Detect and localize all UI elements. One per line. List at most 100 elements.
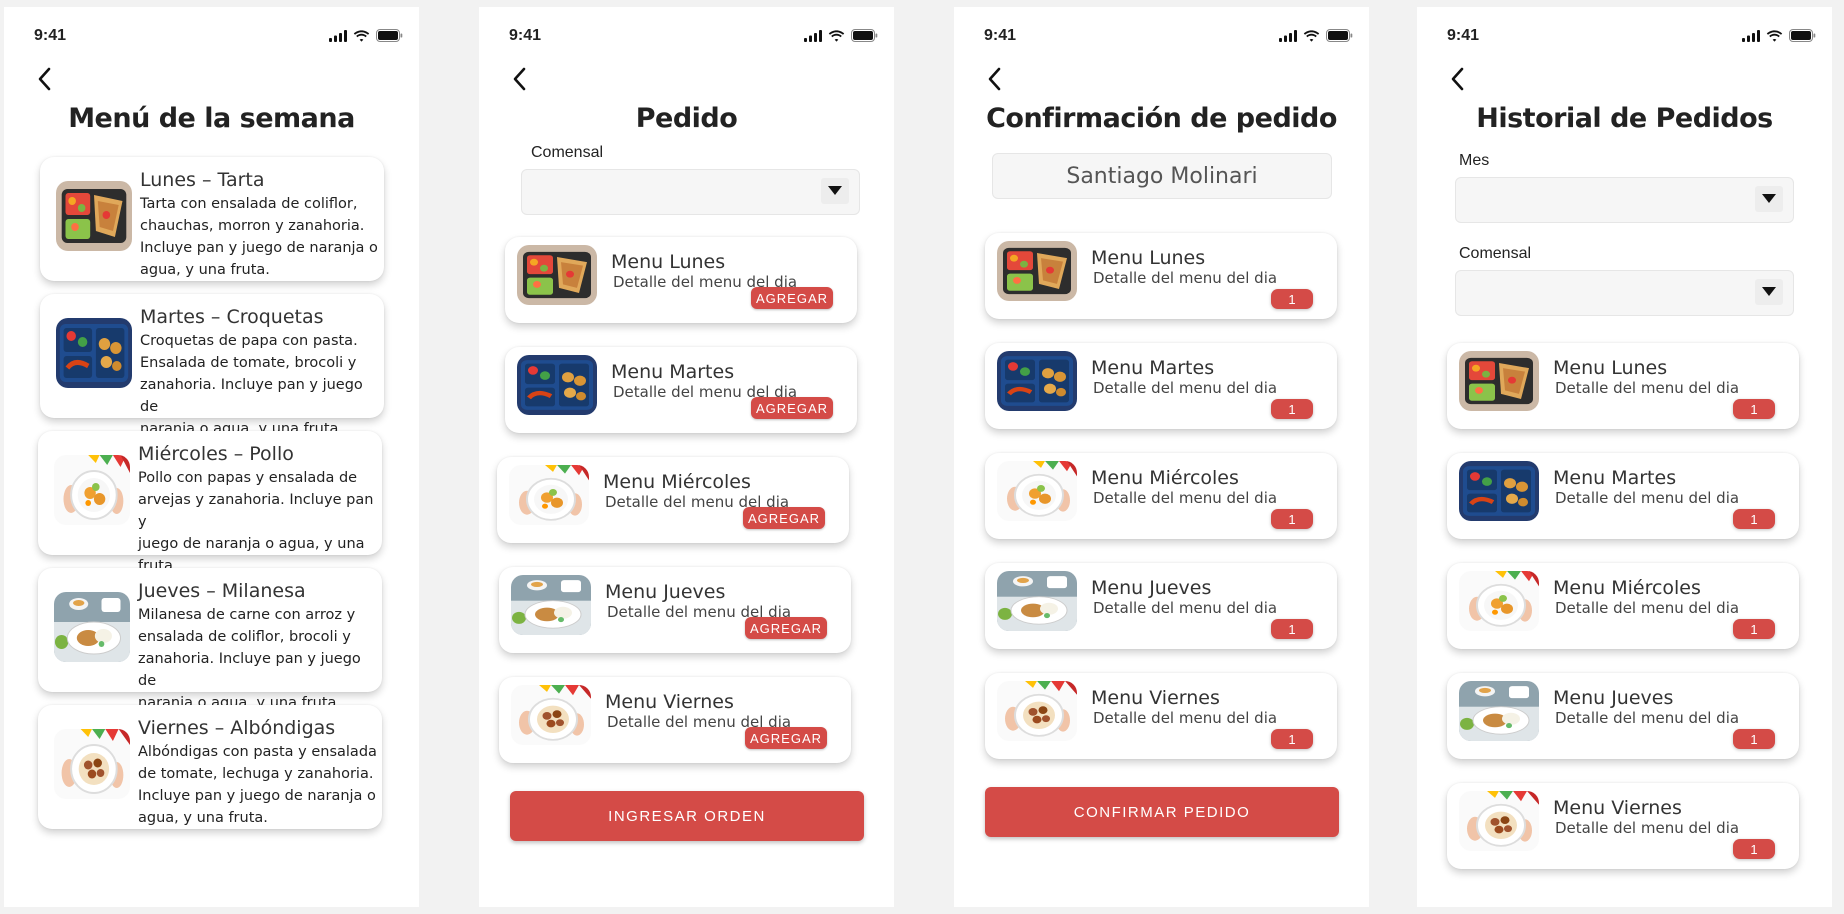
comensal-label: Comensal (1459, 245, 1532, 262)
back-button[interactable] (507, 67, 531, 95)
menu-card-martes[interactable]: Martes – Croquetas Croquetas de papa con… (40, 294, 384, 437)
wifi-icon (1303, 29, 1320, 47)
menu-card-viernes[interactable]: Viernes – Albóndigas Albóndigas con past… (38, 705, 382, 829)
status-bar: 9:41 (954, 21, 1369, 45)
wifi-icon (353, 29, 370, 47)
history-card-title: Menu Viernes (1553, 797, 1682, 819)
add-button[interactable]: AGREGAR (751, 287, 833, 309)
chevron-left-icon (987, 67, 1001, 96)
menu-card-description: Tarta con ensalada de coliflor, chauchas,… (140, 196, 378, 278)
status-bar: 9:41 (1417, 21, 1832, 45)
history-card-title: Menu Miércoles (1553, 577, 1701, 599)
food-tray-image (1459, 351, 1539, 411)
comensal-select[interactable] (521, 169, 860, 215)
history-card-subtitle: Detalle del menu del dia (1555, 819, 1740, 837)
status-time: 9:41 (34, 27, 67, 44)
order-card-lunes: Menu Lunes Detalle del menu del dia AGRE… (505, 237, 857, 323)
quantity-badge: 1 (1733, 399, 1775, 419)
history-card-viernes: Menu Viernes Detalle del menu del dia 1 (1447, 783, 1799, 869)
chevron-left-icon (1450, 67, 1464, 96)
battery-icon (1326, 29, 1353, 47)
order-card-title: Menu Jueves (605, 581, 726, 603)
history-card-subtitle: Detalle del menu del dia (1555, 709, 1740, 727)
order-card-title: Menu Martes (611, 361, 735, 383)
food-plate-image (1459, 571, 1539, 631)
food-plate-image (54, 455, 130, 525)
mes-select[interactable] (1455, 177, 1794, 223)
food-plate-image (511, 685, 591, 745)
food-tray-image (997, 351, 1077, 411)
add-button[interactable]: AGREGAR (745, 617, 827, 639)
signal-icon (804, 29, 822, 47)
quantity-badge: 1 (1733, 619, 1775, 639)
history-card-title: Menu Martes (1553, 467, 1677, 489)
menu-card-jueves[interactable]: Jueves – Milanesa Milanesa de carne con … (38, 568, 382, 711)
quantity-badge: 1 (1271, 619, 1313, 639)
chevron-left-icon (512, 67, 526, 96)
order-card-miercoles: Menu Miércoles Detalle del menu del dia … (497, 457, 849, 543)
confirm-card-martes: Menu Martes Detalle del menu del dia 1 (985, 343, 1337, 429)
food-tray-image (517, 355, 597, 415)
confirm-card-subtitle: Detalle del menu del dia (1093, 599, 1278, 617)
confirm-card-viernes: Menu Viernes Detalle del menu del dia 1 (985, 673, 1337, 759)
menu-card-title: Jueves – Milanesa (138, 580, 306, 602)
order-card-martes: Menu Martes Detalle del menu del dia AGR… (505, 347, 857, 433)
food-plate-image (1459, 791, 1539, 851)
add-button[interactable]: AGREGAR (751, 397, 833, 419)
back-button[interactable] (982, 67, 1006, 95)
food-tray-image (997, 241, 1077, 301)
page-title: Menú de la semana (68, 103, 355, 134)
back-button[interactable] (1445, 67, 1469, 95)
triangle-down-icon (1762, 283, 1776, 301)
confirm-card-lunes: Menu Lunes Detalle del menu del dia 1 (985, 233, 1337, 319)
submit-order-button[interactable]: INGRESAR ORDEN (510, 791, 864, 841)
status-time: 9:41 (1447, 27, 1480, 44)
chevron-left-icon (37, 67, 51, 96)
back-button[interactable] (32, 67, 56, 95)
menu-card-description: Milanesa de carne con arroz y ensalada de… (138, 607, 361, 711)
food-table-image (54, 592, 130, 662)
quantity-badge: 1 (1733, 509, 1775, 529)
food-plate-image (509, 465, 589, 525)
menu-card-description: Pollo con papas y ensalada de arvejas y z… (138, 470, 374, 574)
page-title: Confirmación de pedido (986, 103, 1337, 134)
order-card-title: Menu Miércoles (603, 471, 751, 493)
quantity-badge: 1 (1733, 839, 1775, 859)
confirm-card-subtitle: Detalle del menu del dia (1093, 709, 1278, 727)
quantity-badge: 1 (1271, 729, 1313, 749)
menu-card-miercoles[interactable]: Miércoles – Pollo Pollo con papas y ensa… (38, 431, 382, 574)
wifi-icon (828, 29, 845, 47)
history-card-jueves: Menu Jueves Detalle del menu del dia 1 (1447, 673, 1799, 759)
status-bar: 9:41 (479, 21, 894, 45)
diner-name: Santiago Molinari (992, 153, 1332, 199)
quantity-badge: 1 (1271, 399, 1313, 419)
confirm-card-title: Menu Viernes (1091, 687, 1220, 709)
menu-card-lunes[interactable]: Lunes – Tarta Tarta con ensalada de coli… (40, 157, 384, 281)
status-time: 9:41 (984, 27, 1017, 44)
food-tray-image (1459, 461, 1539, 521)
page-title: Pedido (635, 103, 738, 134)
food-plate-image (997, 681, 1077, 741)
food-table-image (1459, 681, 1539, 741)
mes-label: Mes (1459, 152, 1490, 169)
add-button[interactable]: AGREGAR (743, 507, 825, 529)
quantity-badge: 1 (1271, 289, 1313, 309)
food-table-image (511, 575, 591, 635)
food-tray-image (517, 245, 597, 305)
signal-icon (1742, 29, 1760, 47)
history-card-title: Menu Lunes (1553, 357, 1668, 379)
confirm-card-title: Menu Miércoles (1091, 467, 1239, 489)
history-card-subtitle: Detalle del menu del dia (1555, 379, 1740, 397)
add-button[interactable]: AGREGAR (745, 727, 827, 749)
page-title: Historial de Pedidos (1476, 103, 1773, 134)
history-card-subtitle: Detalle del menu del dia (1555, 489, 1740, 507)
order-card-title: Menu Viernes (605, 691, 734, 713)
quantity-badge: 1 (1733, 729, 1775, 749)
confirm-card-title: Menu Lunes (1091, 247, 1206, 269)
history-card-martes: Menu Martes Detalle del menu del dia 1 (1447, 453, 1799, 539)
menu-card-title: Lunes – Tarta (140, 169, 265, 191)
comensal-select[interactable] (1455, 270, 1794, 316)
status-time: 9:41 (509, 27, 542, 44)
confirm-card-miercoles: Menu Miércoles Detalle del menu del dia … (985, 453, 1337, 539)
confirm-order-button[interactable]: CONFIRMAR PEDIDO (985, 787, 1339, 837)
